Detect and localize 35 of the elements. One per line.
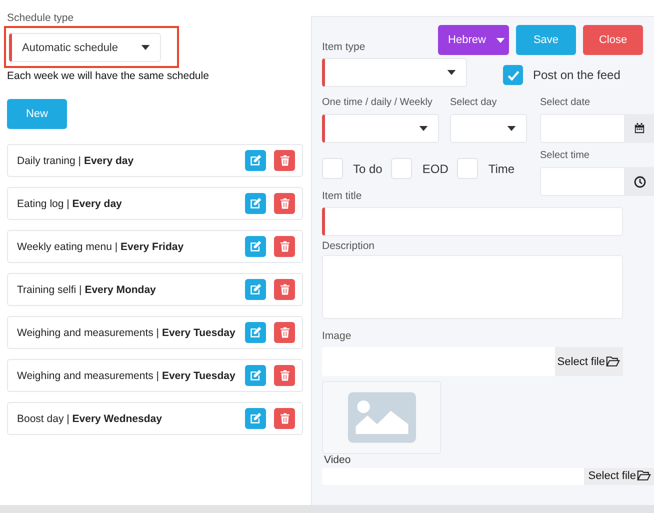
select-file-button[interactable]: Select file [555,347,623,376]
field-label: Schedule type [7,12,74,24]
item-text: Training selfi | Every Monday [17,284,157,296]
language-dropdown[interactable]: Hebrew [438,25,509,55]
schedule-item[interactable]: Weighing and measurements | Every Tuesday [7,316,303,349]
item-text: Eating log | Every day [17,198,123,210]
item-text: Weighing and measurements | Every Tuesday [17,326,236,338]
select-file-button[interactable]: Select file [584,468,654,485]
item-text: Boost day | Every Wednesday [17,412,163,424]
schedule-item[interactable]: Weighing and measurements | Every Tuesday [7,359,303,392]
field-label: Select time [540,150,590,161]
field-label: Select date [540,97,592,108]
checkbox-label: Post on the feed [533,68,620,82]
schedule-item[interactable]: Eating log | Every day [7,187,303,220]
schedule-item[interactable]: Daily traning | Every day [7,144,303,177]
field-label: Select day [450,97,498,108]
item-text: Weekly eating menu | Every Friday [17,240,185,252]
item-text: Weighing and measurements | Every Tuesday [17,370,236,382]
checkbox-label: To do [353,162,382,176]
field-label: Image [322,330,352,342]
field-label: Item title [322,190,362,202]
schedule-type-select[interactable]: Automatic schedule [9,33,161,62]
close-button[interactable]: Close [583,25,643,55]
schedule-item[interactable]: Training selfi | Every Monday [7,273,303,306]
field-label: Description [322,240,375,252]
schedule-item[interactable]: Weekly eating menu | Every Friday [7,230,303,263]
checkbox-label: EOD [422,162,448,176]
field-label: Item type [322,41,366,53]
select-value: Automatic schedule [22,42,118,54]
field-label: One time / daily / Weekly [322,97,434,108]
item-text: Daily traning | Every day [17,154,135,166]
checkbox-label: Time [488,162,515,176]
schedule-item[interactable]: Boost day | Every Wednesday [7,402,303,435]
field-label: Video [324,454,351,466]
schedule-note: Each week we will have the same schedule [7,70,209,82]
